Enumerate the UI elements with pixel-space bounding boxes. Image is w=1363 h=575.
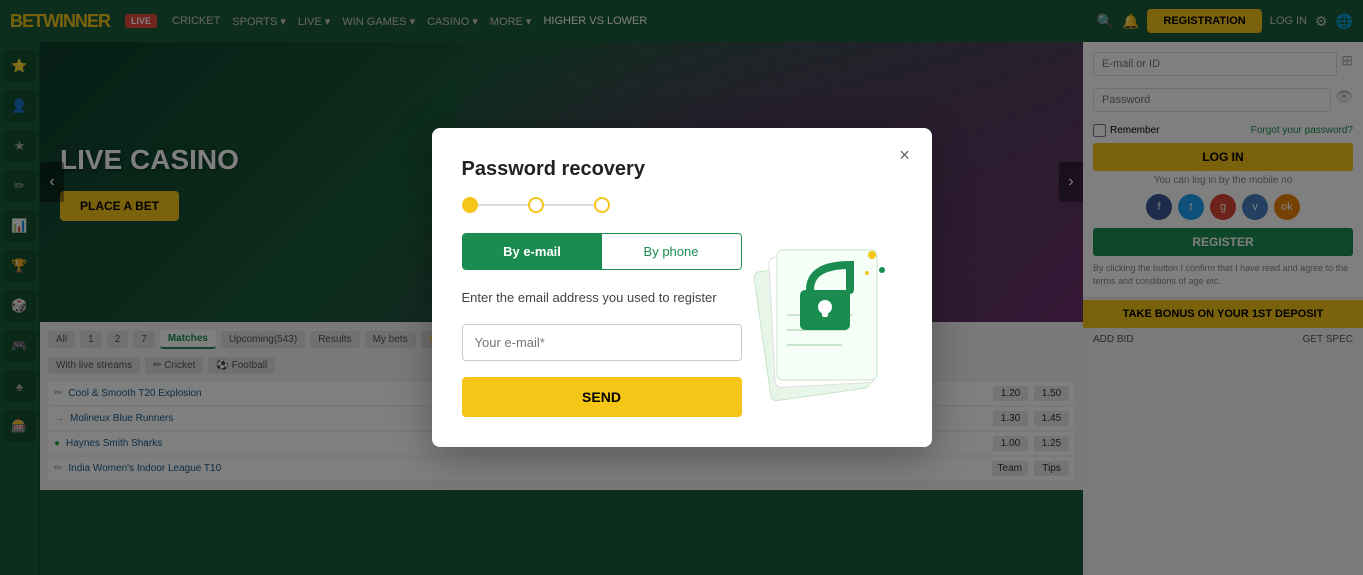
modal-overlay: × Password recovery By e-mail By phone E… — [0, 0, 1363, 575]
step-1 — [462, 197, 478, 213]
modal-illustration — [742, 233, 902, 417]
recovery-description: Enter the email address you used to regi… — [462, 288, 742, 308]
modal-title: Password recovery — [462, 158, 902, 181]
step-line-1 — [478, 204, 528, 206]
modal-body: By e-mail By phone Enter the email addre… — [462, 233, 902, 417]
step-line-2 — [544, 204, 594, 206]
lock-svg — [752, 235, 892, 415]
recovery-method-tabs: By e-mail By phone — [462, 233, 742, 270]
tab-by-email[interactable]: By e-mail — [463, 234, 602, 269]
send-recovery-button[interactable]: SEND — [462, 377, 742, 417]
progress-steps — [462, 197, 902, 213]
tab-by-phone[interactable]: By phone — [602, 234, 741, 269]
password-recovery-modal: × Password recovery By e-mail By phone E… — [432, 128, 932, 447]
step-2 — [528, 197, 544, 213]
step-3 — [594, 197, 610, 213]
modal-close-button[interactable]: × — [893, 143, 917, 167]
modal-form: By e-mail By phone Enter the email addre… — [462, 233, 742, 417]
recovery-email-input[interactable] — [462, 324, 742, 361]
